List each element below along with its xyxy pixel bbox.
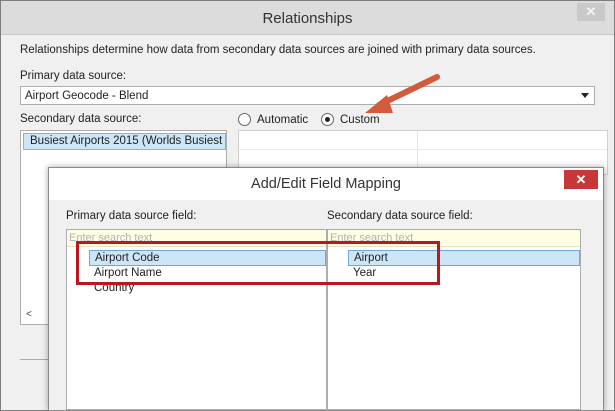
secondary-source-label: Secondary data source: (20, 113, 142, 125)
relationships-description: Relationships determine how data from se… (20, 44, 536, 56)
primary-source-label: Primary data source: (20, 70, 127, 82)
secondary-field-label: Secondary data source field: (327, 210, 473, 222)
window-close-button[interactable]: ✕ (577, 3, 605, 21)
custom-radio[interactable] (321, 113, 334, 126)
field-mapping-dialog: Add/Edit Field Mapping ✕ Primary data so… (48, 167, 604, 411)
automatic-radio-label: Automatic (257, 114, 309, 126)
primary-source-dropdown[interactable]: Airport Geocode - Blend (20, 86, 595, 105)
dialog-body: Primary data source field: Secondary dat… (49, 200, 603, 410)
primary-field-label: Primary data source field: (66, 210, 197, 222)
window-title: Relationships (262, 10, 353, 27)
secondary-source-item[interactable]: Busiest Airports 2015 (Worlds Busiest Ai… (23, 133, 226, 150)
dialog-titlebar: Add/Edit Field Mapping ✕ (49, 168, 603, 200)
primary-source-value: Airport Geocode - Blend (25, 90, 149, 102)
annotation-arrow-icon (365, 74, 440, 113)
annotation-highlight-box (76, 241, 440, 285)
scroll-left-icon[interactable]: < (26, 309, 32, 320)
dialog-close-button[interactable]: ✕ (564, 170, 598, 189)
automatic-radio[interactable] (238, 113, 251, 126)
dialog-title: Add/Edit Field Mapping (251, 176, 401, 192)
divider (20, 359, 48, 360)
window-titlebar: Relationships ✕ (1, 1, 614, 35)
chevron-down-icon (581, 93, 589, 98)
mapping-row-line (239, 149, 607, 150)
